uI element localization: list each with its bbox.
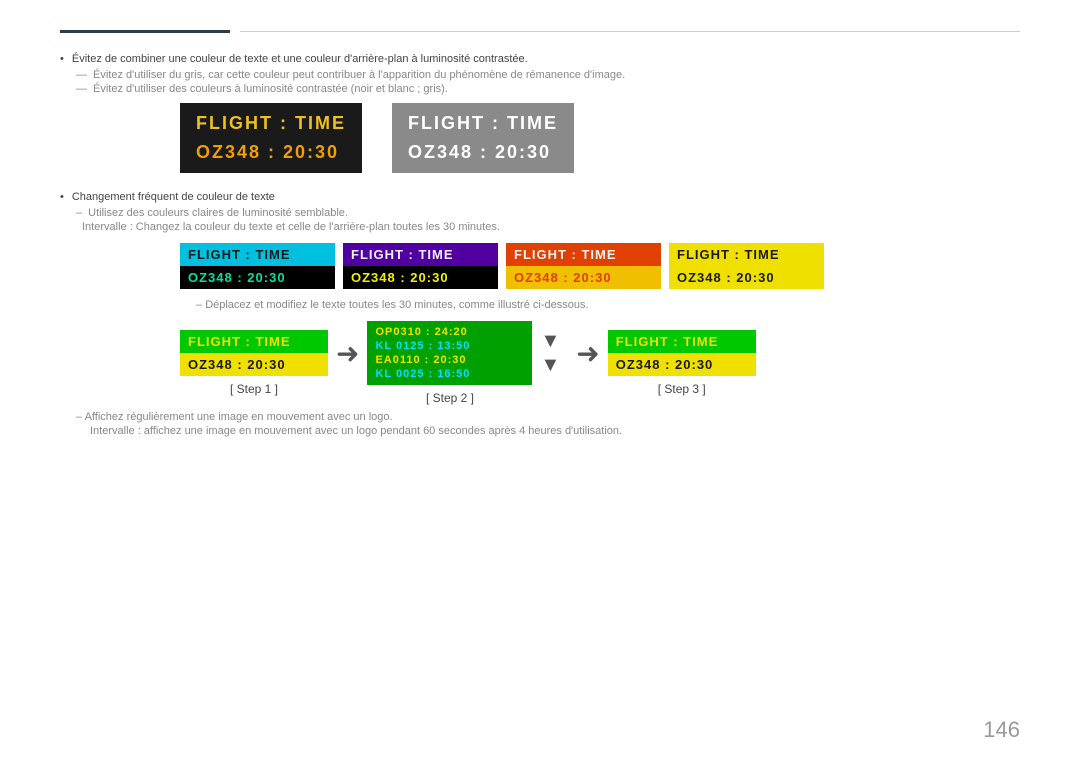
bottom-note-2: Intervalle : affichez une image en mouve… bbox=[76, 425, 1020, 437]
step3-row1: FLIGHT : TIME bbox=[608, 330, 756, 353]
flight-card-gray-row1: FLIGHT : TIME bbox=[402, 109, 564, 138]
dash-marker-2: — bbox=[76, 83, 87, 95]
large-displays: FLIGHT : TIME OZ348 : 20:30 FLIGHT : TIM… bbox=[60, 103, 1020, 173]
small-cards-row: FLIGHT : TIME OZ348 : 20:30 FLIGHT : TIM… bbox=[60, 243, 1020, 289]
step3-card: FLIGHT : TIME OZ348 : 20:30 bbox=[608, 330, 756, 376]
sub-dash-text-1: Utilisez des couleurs claires de luminos… bbox=[88, 207, 348, 219]
small-card-1: FLIGHT : TIME OZ348 : 20:30 bbox=[180, 243, 335, 289]
top-line-dark bbox=[60, 30, 230, 33]
arrow-down-2: ▼ bbox=[540, 353, 560, 377]
sc2-row2: OZ348 : 20:30 bbox=[343, 266, 498, 289]
step1-block: FLIGHT : TIME OZ348 : 20:30 [ Step 1 ] bbox=[180, 330, 328, 396]
step1-row2: OZ348 : 20:30 bbox=[180, 353, 328, 376]
step2-display: OP0310 : 24:20 KL 0125 : 13:50 EA0110 : … bbox=[367, 321, 532, 385]
sc1-row1: FLIGHT : TIME bbox=[180, 243, 335, 266]
step2-row1: OP0310 : 24:20 bbox=[375, 325, 524, 339]
flight-card-gray: FLIGHT : TIME OZ348 : 20:30 bbox=[392, 103, 574, 173]
step2-row3: EA0110 : 20:30 bbox=[375, 353, 524, 367]
dash-between-marker: – bbox=[196, 299, 205, 311]
small-card-2: FLIGHT : TIME OZ348 : 20:30 bbox=[343, 243, 498, 289]
sub-dash-marker-1: – bbox=[76, 207, 82, 219]
dash-between-content: Déplacez et modifiez le texte toutes les… bbox=[205, 299, 588, 311]
sub-dash-text-2: Intervalle : Changez la couleur du texte… bbox=[82, 221, 500, 233]
sub-bullet-section: • Changement fréquent de couleur de text… bbox=[60, 191, 1020, 233]
bottom-note-text-1: Affichez régulièrement une image en mouv… bbox=[85, 411, 393, 423]
small-card-4: FLIGHT : TIME OZ348 : 20:30 bbox=[669, 243, 824, 289]
dash-item-1: — Évitez d'utiliser du gris, car cette c… bbox=[60, 69, 1020, 81]
flight-card-black: FLIGHT : TIME OZ348 : 20:30 bbox=[180, 103, 362, 173]
step3-row2: OZ348 : 20:30 bbox=[608, 353, 756, 376]
arrow-down-1: ▼ bbox=[540, 329, 560, 353]
step2-row2: KL 0125 : 13:50 bbox=[375, 339, 524, 353]
top-line-light bbox=[240, 31, 1020, 32]
dash-between-text: – Déplacez et modifiez le texte toutes l… bbox=[60, 299, 1020, 311]
step1-card: FLIGHT : TIME OZ348 : 20:30 bbox=[180, 330, 328, 376]
sub-dash-item-2: Intervalle : Changez la couleur du texte… bbox=[60, 221, 1020, 233]
step2-block: OP0310 : 24:20 KL 0125 : 13:50 EA0110 : … bbox=[367, 321, 532, 405]
arrow-down-group: ▼ ▼ bbox=[540, 329, 560, 377]
sc1-row2: OZ348 : 20:30 bbox=[180, 266, 335, 289]
step2-row4: KL 0025 : 16:50 bbox=[375, 367, 524, 381]
flight-card-black-row2: OZ348 : 20:30 bbox=[190, 138, 352, 167]
arrow-right-2: ➜ bbox=[576, 337, 599, 370]
sub-bullet-marker: • bbox=[60, 191, 64, 203]
bottom-note-1: – Affichez régulièrement une image en mo… bbox=[76, 411, 1020, 423]
bullet-text-1: Évitez de combiner une couleur de texte … bbox=[72, 53, 528, 65]
sub-dash-item-1: – Utilisez des couleurs claires de lumin… bbox=[60, 207, 1020, 219]
top-lines bbox=[60, 30, 1020, 33]
sc4-row1: FLIGHT : TIME bbox=[669, 243, 824, 266]
sc4-row2: OZ348 : 20:30 bbox=[669, 266, 824, 289]
bottom-notes: – Affichez régulièrement une image en mo… bbox=[60, 411, 1020, 437]
page-container: • Évitez de combiner une couleur de text… bbox=[0, 0, 1080, 763]
dash-item-2: — Évitez d'utiliser des couleurs à lumin… bbox=[60, 83, 1020, 95]
step2-label: [ Step 2 ] bbox=[426, 391, 474, 405]
dash-text-2: Évitez d'utiliser des couleurs à luminos… bbox=[93, 83, 448, 95]
sc2-row1: FLIGHT : TIME bbox=[343, 243, 498, 266]
sc3-row2: OZ348 : 20:30 bbox=[506, 266, 661, 289]
flight-card-gray-row2: OZ348 : 20:30 bbox=[402, 138, 564, 167]
steps-section: FLIGHT : TIME OZ348 : 20:30 [ Step 1 ] ➜… bbox=[60, 321, 1020, 405]
step1-row1: FLIGHT : TIME bbox=[180, 330, 328, 353]
bullet-marker-1: • bbox=[60, 53, 64, 65]
flight-card-black-row1: FLIGHT : TIME bbox=[190, 109, 352, 138]
bottom-dash-marker-1: – bbox=[76, 411, 85, 423]
small-card-3: FLIGHT : TIME OZ348 : 20:30 bbox=[506, 243, 661, 289]
step3-label: [ Step 3 ] bbox=[658, 382, 706, 396]
bullet-item-1: • Évitez de combiner une couleur de text… bbox=[60, 53, 1020, 65]
dash-text-1: Évitez d'utiliser du gris, car cette cou… bbox=[93, 69, 625, 81]
sc3-row1: FLIGHT : TIME bbox=[506, 243, 661, 266]
step3-block: FLIGHT : TIME OZ348 : 20:30 [ Step 3 ] bbox=[608, 330, 756, 396]
arrow-right-1: ➜ bbox=[336, 337, 359, 370]
dash-marker-1: — bbox=[76, 69, 87, 81]
page-number: 146 bbox=[983, 717, 1020, 743]
bullet-section-1: • Évitez de combiner une couleur de text… bbox=[60, 53, 1020, 95]
step1-label: [ Step 1 ] bbox=[230, 382, 278, 396]
sub-bullet-text-1: Changement fréquent de couleur de texte bbox=[72, 191, 275, 203]
sub-bullet-item-1: • Changement fréquent de couleur de text… bbox=[60, 191, 1020, 203]
bottom-note-text-2: Intervalle : affichez une image en mouve… bbox=[90, 425, 622, 437]
